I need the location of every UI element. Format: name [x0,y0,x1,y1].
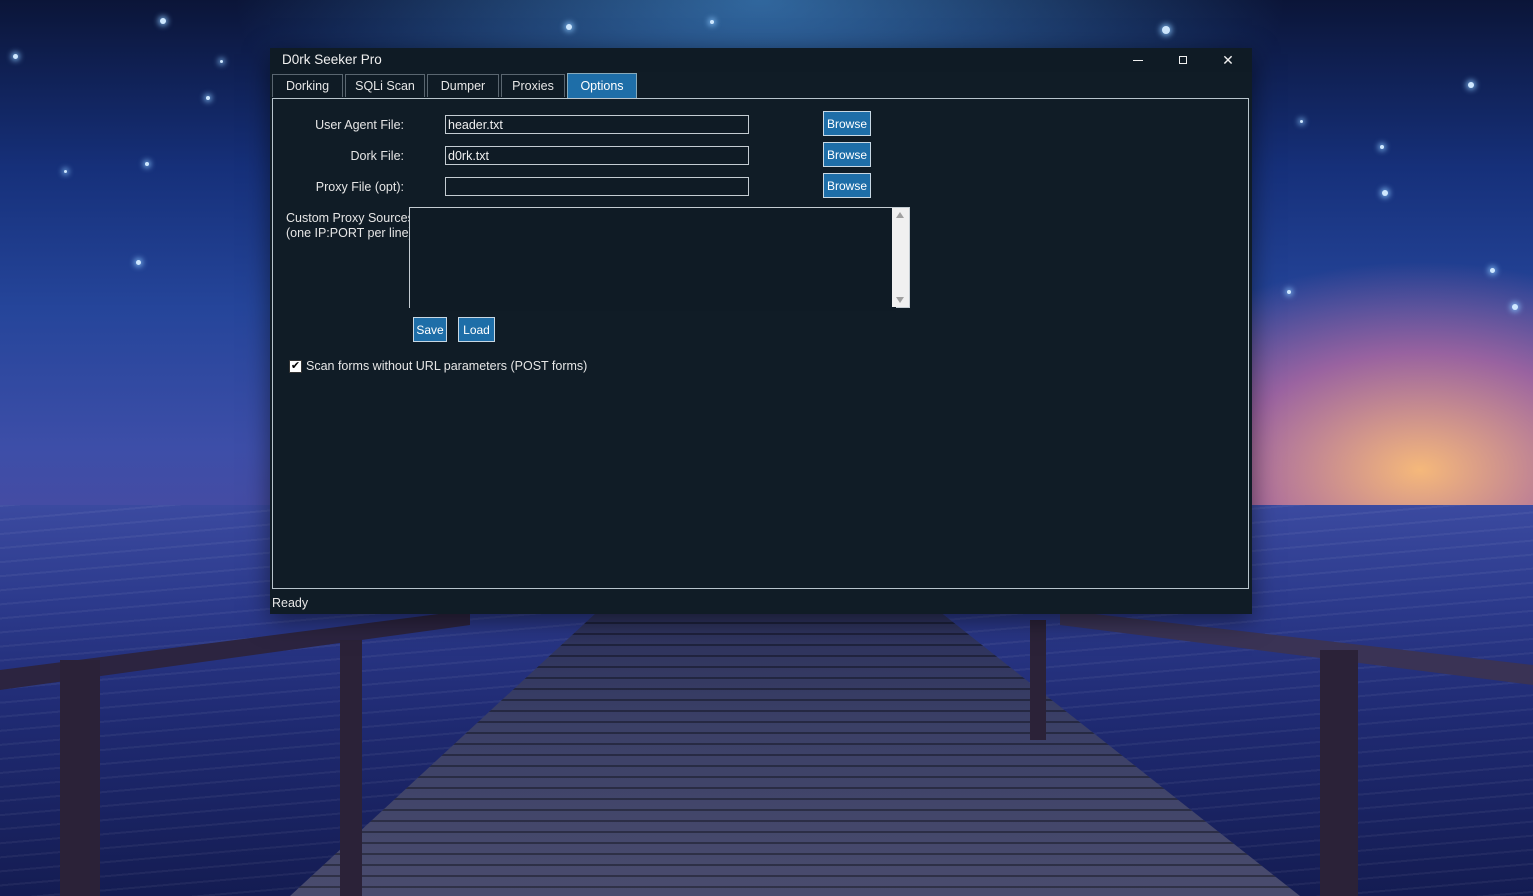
custom-proxy-sources-label: Custom Proxy Sources (one IP:PORT per li… [286,211,416,241]
dork-file-label: Dork File: [350,149,404,163]
user-agent-browse-button[interactable]: Browse [823,111,871,136]
load-button[interactable]: Load [458,317,495,342]
close-button[interactable]: ✕ [1206,48,1250,72]
maximize-icon [1179,56,1187,64]
star [136,260,141,265]
scroll-up-arrow-icon[interactable] [896,212,904,218]
vertical-scrollbar[interactable] [892,208,909,307]
star [1490,268,1495,273]
wallpaper-post [60,660,100,896]
custom-proxy-textarea[interactable] [410,208,896,311]
wallpaper-post [1030,620,1046,740]
app-window: D0rk Seeker Pro ✕ Dorking SQLi Scan Dump… [270,48,1252,614]
options-panel: User Agent File: Browse Dork File: Brows… [272,98,1249,589]
title-bar[interactable]: D0rk Seeker Pro ✕ [270,48,1252,72]
scroll-down-arrow-icon[interactable] [896,297,904,303]
proxy-file-label: Proxy File (opt): [315,180,404,194]
star [13,54,18,59]
dork-browse-button[interactable]: Browse [823,142,871,167]
custom-proxy-label-line2: (one IP:PORT per line): [286,226,417,240]
wallpaper-post [1320,650,1358,896]
close-icon: ✕ [1222,51,1234,68]
star [1287,290,1291,294]
star [220,60,223,63]
save-button[interactable]: Save [413,317,447,342]
maximize-button[interactable] [1161,48,1205,72]
dork-file-input[interactable] [445,146,749,165]
star [1380,145,1384,149]
star [1512,304,1518,310]
window-title: D0rk Seeker Pro [282,52,382,67]
minimize-icon [1133,59,1143,61]
tab-options[interactable]: Options [567,73,637,98]
proxy-file-input[interactable] [445,177,749,196]
custom-proxy-sources-field[interactable] [409,207,910,311]
star [1382,190,1388,196]
tab-proxies[interactable]: Proxies [501,74,565,97]
star [710,20,714,24]
wallpaper-post [340,640,362,896]
star [1162,26,1170,34]
status-bar-text: Ready [272,596,309,610]
tab-dumper[interactable]: Dumper [427,74,499,97]
tab-dorking[interactable]: Dorking [272,74,343,97]
custom-proxy-label-line1: Custom Proxy Sources [286,211,414,225]
star [206,96,210,100]
user-agent-file-input[interactable] [445,115,749,134]
star [1468,82,1474,88]
star [64,170,67,173]
proxy-browse-button[interactable]: Browse [823,173,871,198]
star [566,24,572,30]
scan-forms-checkbox[interactable]: ✔ [289,360,302,373]
minimize-button[interactable] [1116,48,1160,72]
scan-forms-label[interactable]: Scan forms without URL parameters (POST … [306,359,587,373]
tab-sqli-scan[interactable]: SQLi Scan [345,74,425,97]
star [1300,120,1303,123]
star [160,18,166,24]
user-agent-file-label: User Agent File: [315,118,404,132]
star [145,162,149,166]
